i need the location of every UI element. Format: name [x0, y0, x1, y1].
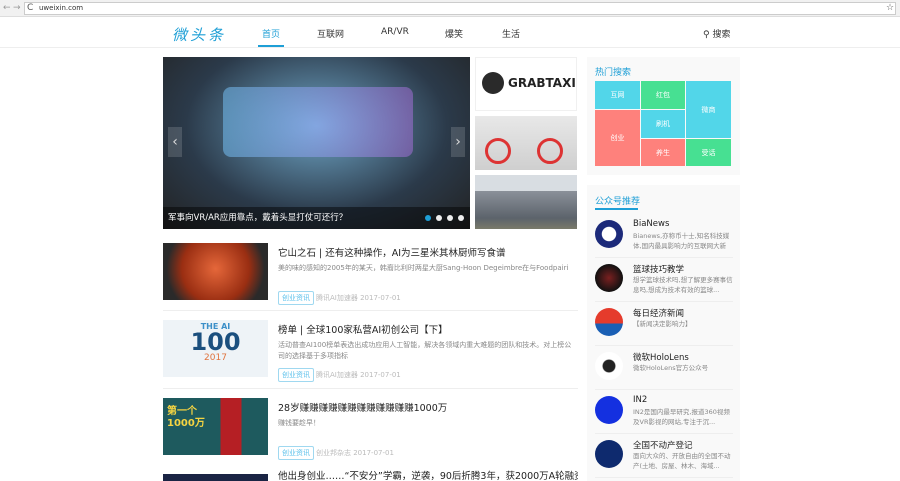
hot-tag[interactable]: 红包 [641, 81, 685, 109]
article-item[interactable]: 它山之石 | 还有这种操作，AI为三星米其林厨师写食谱 美的味的感知的2005年… [163, 243, 578, 305]
nav-life[interactable]: 生活 [502, 27, 520, 40]
carousel-dot[interactable] [458, 215, 464, 221]
hot-search-title: 热门搜索 [595, 68, 632, 78]
account-avatar[interactable] [595, 352, 623, 380]
grab-logo-icon [482, 72, 504, 94]
address-bar[interactable]: uweixin.com [24, 2, 896, 15]
account-desc: 【新闻决定影响力】 [633, 320, 692, 328]
account-name[interactable]: BiaNews [633, 219, 669, 229]
hot-tag[interactable]: 互网 [595, 81, 640, 109]
carousel-dot[interactable] [425, 215, 431, 221]
article-title[interactable]: 榜单 | 全球100家私营AI初创公司【下】 [278, 322, 448, 336]
hot-tag[interactable]: 微商 [686, 81, 731, 138]
carousel-dot[interactable] [447, 215, 453, 221]
account-item[interactable]: BiaNews Bianews,亦称币十士,知名科技媒体,国内最具影响力的互联网大… [595, 214, 733, 258]
article-meta: 创业邦杂志 2017-07-01 [316, 449, 394, 457]
hot-tag[interactable]: 养生 [641, 139, 685, 166]
carousel-prev-arrow[interactable]: ‹ [168, 127, 182, 157]
account-item[interactable]: 全国不动产登记 面向大众的、开放自由的全国不动产(土地、房屋、林木、海域... [595, 434, 733, 478]
account-recommend-title: 公众号推荐 [595, 197, 641, 207]
hero-image-graphic [223, 87, 413, 157]
hero-carousel[interactable]: ‹ › 军事向VR/AR应用靠点，戴着头显打仗可还行？ [163, 57, 470, 229]
account-desc: Bianews,亦称币十士,知名科技媒体,国内最具影响力的互联网大新闻... [633, 232, 730, 250]
bike-thumbnail[interactable] [475, 116, 577, 170]
nav-internet[interactable]: 互联网 [317, 27, 344, 40]
carousel-dot[interactable] [436, 215, 442, 221]
article-tag[interactable]: 创业资讯 [278, 446, 314, 460]
account-name[interactable]: 篮球技巧教学 [633, 263, 684, 275]
building-thumbnail[interactable] [475, 175, 577, 229]
article-summary: 赚钱要趁早！ [278, 419, 320, 427]
account-avatar[interactable] [595, 220, 623, 248]
account-desc: 想学篮球技术吗,想了解更多赛事信息吗,想成为技术有效的篮球... [633, 276, 733, 294]
nav-funny[interactable]: 爆笑 [445, 27, 463, 40]
article-thumbnail[interactable]: 第一个1000万 [163, 398, 268, 455]
hot-tag[interactable]: 受话 [686, 139, 731, 166]
account-item[interactable]: IN2 IN2是国内最早研究,报道360视频及VR影视的网站,专注于沉... [595, 390, 733, 434]
article-item[interactable]: 第一个1000万 28岁赚赚赚赚赚赚赚赚赚赚赚赚1000万 赚钱要趁早！ 创业资… [163, 398, 578, 460]
article-tag[interactable]: 创业资讯 [278, 368, 314, 382]
article-thumbnail[interactable] [163, 243, 268, 300]
divider [163, 310, 578, 311]
hot-search-panel: 热门搜索 互网 创业 红包 刷机 养生 微商 受话 [587, 57, 740, 175]
account-name[interactable]: 全国不动产登记 [633, 439, 693, 451]
caption-text: 军事向VR/AR应用靠点，戴着头显打仗可还行？ [168, 213, 348, 223]
account-avatar[interactable] [595, 264, 623, 292]
thumb-number: 100 [190, 328, 241, 356]
nav-home[interactable]: 首页 [262, 27, 280, 40]
account-name[interactable]: 微软HoloLens [633, 351, 689, 363]
article-summary: 美的味的感知的2005年的某天，韩裔比利时两星大厨Sang-Hoon Degei… [278, 264, 569, 272]
article-thumbnail[interactable] [163, 474, 268, 481]
hot-tag[interactable]: 刷机 [641, 110, 685, 138]
account-recommend-panel: 公众号推荐 BiaNews Bianews,亦称币十士,知名科技媒体,国内最具影响… [587, 185, 740, 481]
carousel-caption[interactable]: 军事向VR/AR应用靠点，戴着头显打仗可还行？ [163, 207, 470, 229]
article-item[interactable]: THE AI 100 2017 榜单 | 全球100家私营AI初创公司【下】 活… [163, 320, 578, 382]
hot-tag[interactable]: 创业 [595, 110, 640, 166]
search-button[interactable]: ⚲ 搜索 [703, 27, 730, 40]
article-title[interactable]: 他出身创业……“不安分”学霸，逆袭，90后折腾3年，获2000万A轮融资 [278, 472, 578, 481]
account-name[interactable]: 每日经济新闻 [633, 307, 684, 319]
account-item[interactable]: 微软HoloLens 微软HoloLens官方公众号 [595, 346, 733, 390]
article-item[interactable]: 他出身创业……“不安分”学霸，逆袭，90后折腾3年，获2000万A轮融资 [163, 470, 578, 481]
account-desc: IN2是国内最早研究,报道360视频及VR影视的网站,专注于沉... [633, 408, 730, 426]
account-desc: 面向大众的、开放自由的全国不动产(土地、房屋、林木、海域... [633, 452, 731, 470]
browser-toolbar: ← → uweixin.com C ☆ [0, 0, 900, 17]
thumb-year: 2017 [204, 353, 227, 363]
bike-wheel [485, 138, 511, 164]
bike-wheel [537, 138, 563, 164]
nav-active-indicator [258, 45, 284, 47]
site-header: 微头条 首页 互联网 AR/VR 爆笑 生活 ⚲ 搜索 [0, 17, 900, 48]
grab-logo-text: GRABTAXI [508, 76, 576, 90]
article-thumbnail[interactable]: THE AI 100 2017 [163, 320, 268, 377]
account-item[interactable]: 每日经济新闻 【新闻决定影响力】 [595, 302, 733, 346]
carousel-next-arrow[interactable]: › [451, 127, 465, 157]
article-title[interactable]: 28岁赚赚赚赚赚赚赚赚赚赚赚赚1000万 [278, 400, 447, 414]
grabtaxi-thumbnail[interactable]: GRABTAXI [475, 57, 577, 111]
article-title[interactable]: 它山之石 | 还有这种操作，AI为三星米其林厨师写食谱 [278, 245, 506, 259]
back-icon[interactable]: ← [3, 3, 11, 13]
divider [163, 388, 578, 389]
forward-icon[interactable]: → [13, 3, 21, 13]
account-desc: 微软HoloLens官方公众号 [633, 364, 709, 372]
site-logo[interactable]: 微头条 [172, 24, 226, 45]
article-tag[interactable]: 创业资讯 [278, 291, 314, 305]
title-underline [595, 208, 638, 210]
reload-icon[interactable]: C [27, 3, 33, 13]
article-meta: 腾讯AI加速器 2017-07-01 [316, 294, 401, 302]
bookmark-star-icon[interactable]: ☆ [886, 3, 894, 13]
account-avatar[interactable] [595, 308, 623, 336]
account-item[interactable]: 篮球技巧教学 想学篮球技术吗,想了解更多赛事信息吗,想成为技术有效的篮球... [595, 258, 733, 302]
nav-arvr[interactable]: AR/VR [381, 27, 409, 37]
account-name[interactable]: IN2 [633, 395, 647, 405]
article-meta: 腾讯AI加速器 2017-07-01 [316, 371, 401, 379]
search-label: 搜索 [712, 30, 731, 40]
article-summary: 活动普查AI100榜单表选出成功应用人工智能，解决各领域内重大难题的团队和技术。… [278, 341, 572, 360]
url-text: uweixin.com [39, 4, 84, 12]
thumb-text: 第一个1000万 [167, 406, 205, 429]
account-avatar[interactable] [595, 396, 623, 424]
account-avatar[interactable] [595, 440, 623, 468]
